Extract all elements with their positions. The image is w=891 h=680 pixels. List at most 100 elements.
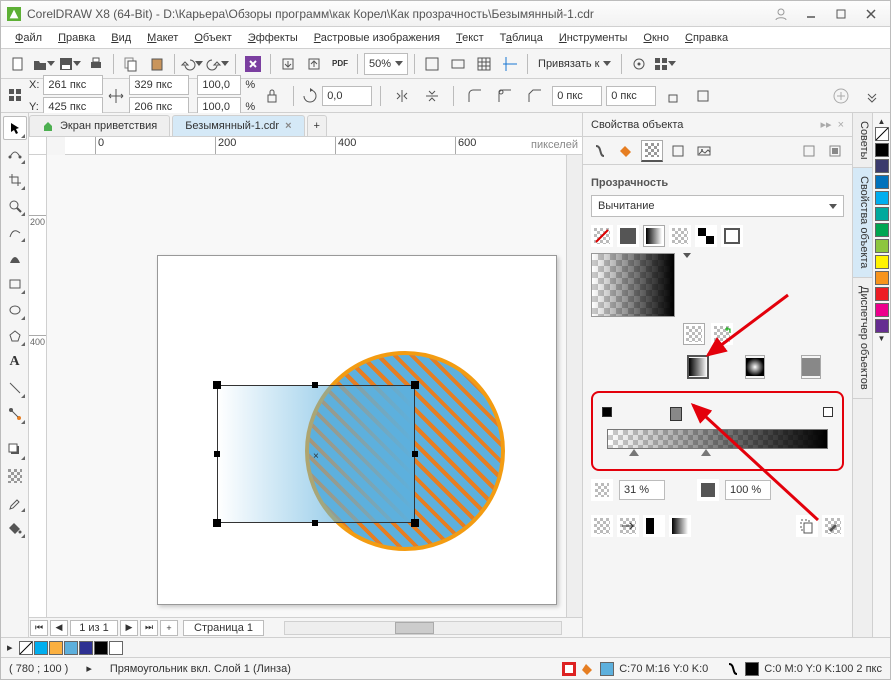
elliptical-type-button[interactable]	[745, 355, 765, 379]
tab-close-icon[interactable]: ×	[285, 120, 291, 132]
user-icon[interactable]	[768, 5, 794, 23]
preset-add-icon[interactable]	[711, 323, 733, 345]
palette-swatch[interactable]	[94, 641, 108, 655]
preview-dropdown-icon[interactable]	[683, 253, 691, 258]
export-button[interactable]	[302, 52, 326, 76]
fill-tab-icon[interactable]	[615, 140, 637, 162]
gradient-node-bar[interactable]	[607, 407, 828, 425]
close-button[interactable]	[858, 5, 884, 23]
guides-button[interactable]	[498, 52, 522, 76]
snap-combo[interactable]: Привязать к	[534, 53, 615, 75]
transparency-tab-icon[interactable]	[641, 140, 663, 162]
redo-button[interactable]	[206, 52, 230, 76]
menu-view[interactable]: Вид	[103, 30, 139, 46]
angle-field[interactable]: 0,0	[322, 86, 372, 106]
page-prev-button[interactable]: ◀	[50, 620, 68, 636]
pick-tool[interactable]	[3, 116, 27, 140]
grid-button[interactable]	[472, 52, 496, 76]
node-position-field[interactable]: 100 %	[725, 480, 771, 500]
no-fill-swatch[interactable]	[19, 641, 33, 655]
menu-window[interactable]: Окно	[635, 30, 677, 46]
color-swatch[interactable]	[875, 191, 889, 205]
page-last-button[interactable]: ⏭	[140, 620, 158, 636]
gradient-midpoint-1[interactable]	[629, 449, 639, 456]
gradient-mid-node[interactable]	[670, 407, 682, 421]
mirror-v-button[interactable]	[420, 84, 444, 108]
gradient-start-node[interactable]	[602, 407, 612, 417]
color-swatch[interactable]	[875, 319, 889, 333]
scale-x-field[interactable]: 100,0	[197, 75, 241, 95]
print-button[interactable]	[84, 52, 108, 76]
panel-close-icon[interactable]: ×	[838, 119, 844, 131]
tab-new[interactable]: +	[307, 115, 327, 136]
menu-object[interactable]: Объект	[186, 30, 239, 46]
mirror-h-button[interactable]	[390, 84, 414, 108]
palette-swatch[interactable]	[34, 641, 48, 655]
transparency-tool[interactable]	[3, 464, 27, 488]
vtab-hints[interactable]: Советы	[853, 113, 872, 168]
gradient-preview[interactable]	[591, 253, 675, 317]
no-transparency-icon[interactable]	[591, 225, 613, 247]
menu-text[interactable]: Текст	[448, 30, 492, 46]
fill-tool[interactable]	[3, 516, 27, 540]
smooth-icon[interactable]	[669, 515, 691, 537]
color-swatch[interactable]	[875, 255, 889, 269]
publish-pdf-button[interactable]: PDF	[328, 52, 352, 76]
page-add-button[interactable]: +	[160, 620, 178, 636]
save-button[interactable]	[58, 52, 82, 76]
vscrollbar[interactable]	[566, 155, 582, 617]
width-field[interactable]: 329 пкс	[129, 75, 189, 95]
texture-transparency-icon[interactable]	[721, 225, 743, 247]
tab-document[interactable]: Безымянный-1.cdr×	[172, 115, 304, 136]
color-swatch[interactable]	[875, 223, 889, 237]
panel-opt2-icon[interactable]	[824, 140, 846, 162]
corner-tr-field[interactable]: 0 пкс	[606, 86, 656, 106]
color-strip-down[interactable]: ▼	[878, 334, 886, 343]
color-swatch[interactable]	[875, 143, 889, 157]
copy-button[interactable]	[119, 52, 143, 76]
color-swatch[interactable]	[875, 207, 889, 221]
rectangle-tool[interactable]	[3, 272, 27, 296]
paste-button[interactable]	[145, 52, 169, 76]
sel-handle[interactable]	[312, 382, 318, 388]
menu-edit[interactable]: Правка	[50, 30, 103, 46]
add-preset-button[interactable]	[829, 84, 853, 108]
color-swatch[interactable]	[875, 159, 889, 173]
color-swatch[interactable]	[875, 271, 889, 285]
pattern-transparency-icon[interactable]	[669, 225, 691, 247]
ruler-horizontal[interactable]: 0 200 400 600 пикселей	[65, 137, 582, 155]
menu-help[interactable]: Справка	[677, 30, 736, 46]
sel-handle[interactable]	[214, 451, 220, 457]
palette-swatch[interactable]	[79, 641, 93, 655]
outline-tab-icon[interactable]	[589, 140, 611, 162]
twocolor-pattern-icon[interactable]	[695, 225, 717, 247]
palette-swatch[interactable]	[49, 641, 63, 655]
ruler-origin[interactable]	[29, 137, 47, 155]
options-button[interactable]	[627, 52, 651, 76]
sel-handle[interactable]	[213, 519, 221, 527]
color-swatch[interactable]	[875, 287, 889, 301]
polygon-tool[interactable]	[3, 324, 27, 348]
menu-tools[interactable]: Инструменты	[551, 30, 636, 46]
uniform-transparency-icon[interactable]	[617, 225, 639, 247]
page-tab[interactable]: Страница 1	[183, 620, 264, 636]
vtab-object-properties[interactable]: Свойства объекта	[853, 168, 872, 277]
artistic-media-tool[interactable]	[3, 246, 27, 270]
lock-ratio-button[interactable]	[260, 84, 284, 108]
undo-button[interactable]	[180, 52, 204, 76]
launch-button[interactable]	[653, 52, 677, 76]
color-strip-up[interactable]: ▲	[878, 117, 886, 126]
gradient-track[interactable]	[607, 429, 828, 449]
page-next-button[interactable]: ▶	[120, 620, 138, 636]
corner-scallop-button[interactable]	[493, 84, 517, 108]
maximize-button[interactable]	[828, 5, 854, 23]
color-swatch[interactable]	[875, 239, 889, 253]
palette-swatch[interactable]	[109, 641, 123, 655]
menu-effects[interactable]: Эффекты	[240, 30, 306, 46]
preset-1-icon[interactable]	[683, 323, 705, 345]
minimize-button[interactable]	[798, 5, 824, 23]
freehand-tool[interactable]	[3, 220, 27, 244]
bitmap-tab-icon[interactable]	[693, 140, 715, 162]
menu-bitmaps[interactable]: Растровые изображения	[306, 30, 448, 46]
linear-type-button[interactable]	[687, 355, 709, 379]
